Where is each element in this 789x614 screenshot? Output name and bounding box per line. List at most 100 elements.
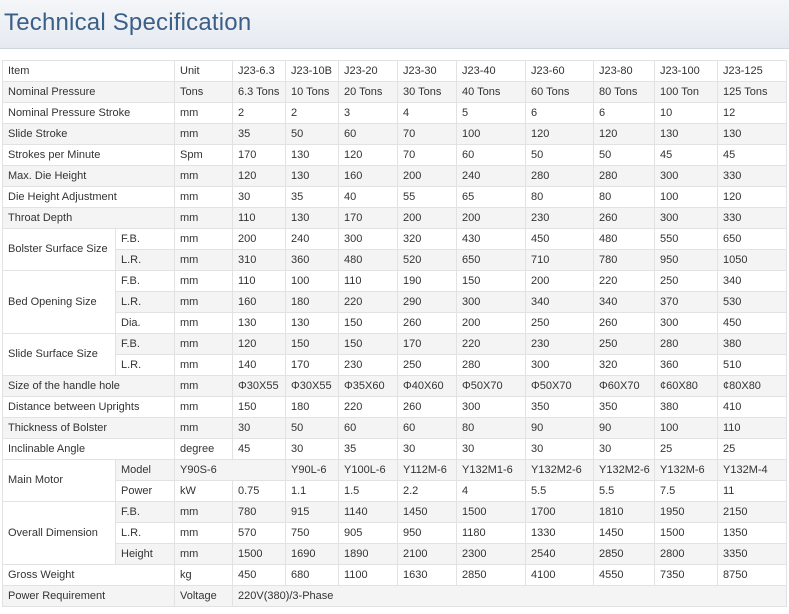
- value-cell: 130: [654, 123, 718, 145]
- item-label: Nominal Pressure: [2, 81, 175, 103]
- group-label: Slide Surface Size: [2, 333, 116, 376]
- value-cell: 130: [232, 312, 286, 334]
- value-cell: Y90L-6: [285, 459, 339, 481]
- item-label: Strokes per Minute: [2, 144, 175, 166]
- sub-label: F.B.: [115, 333, 175, 355]
- value-cell: 1700: [525, 501, 594, 523]
- table-row: L.R. mm 140 170 230 250 280 300 320 360 510: [3, 354, 787, 376]
- value-cell: Y90S-6: [174, 459, 286, 481]
- value-cell: 1050: [717, 249, 787, 271]
- value-cell: 510: [717, 354, 787, 376]
- value-cell: Y132M2-6: [593, 459, 655, 481]
- value-cell: Φ30X55: [285, 375, 339, 397]
- value-cell: 200: [397, 207, 457, 229]
- value-cell: 230: [338, 354, 398, 376]
- value-cell: 1890: [338, 543, 398, 565]
- value-cell: 280: [525, 165, 594, 187]
- value-cell: 80: [593, 186, 655, 208]
- value-cell: 1690: [285, 543, 339, 565]
- value-cell: Y100L-6: [338, 459, 398, 481]
- value-cell: 300: [338, 228, 398, 250]
- value-cell: 110: [717, 417, 787, 439]
- value-cell: 130: [717, 123, 787, 145]
- value-cell: 310: [232, 249, 286, 271]
- value-cell: 90: [593, 417, 655, 439]
- table-row: Thickness of Bolster mm 30 50 60 60 80 90 90 100 1…: [2, 417, 787, 439]
- value-cell: 45: [654, 144, 718, 166]
- table-row: Strokes per Minute Spm 170 130 120 70 60 50 50 45…: [2, 144, 787, 166]
- value-cell: 50: [285, 123, 339, 145]
- value-cell: 2540: [525, 543, 594, 565]
- value-cell: 4: [397, 102, 457, 124]
- value-cell: 4: [456, 480, 526, 502]
- item-label: Nominal Pressure Stroke: [2, 102, 175, 124]
- value-cell: 3: [338, 102, 398, 124]
- value-cell: 200: [525, 270, 594, 292]
- value-cell: 450: [717, 312, 787, 334]
- value-cell: 1450: [593, 522, 655, 544]
- value-cell: 8750: [717, 564, 787, 586]
- unit-cell: mm: [174, 312, 233, 334]
- value-cell: 90: [525, 417, 594, 439]
- sub-label: Height: [115, 543, 175, 565]
- spec-table: Item Unit J23-6.3 J23-10B J23-20 J23-30 J23-40…: [2, 60, 787, 607]
- value-cell: 100: [654, 417, 718, 439]
- value-cell: 2850: [593, 543, 655, 565]
- unit-cell: mm: [174, 396, 233, 418]
- unit-cell: mm: [174, 501, 233, 523]
- value-cell: 1350: [717, 522, 787, 544]
- value-cell: 350: [593, 396, 655, 418]
- value-cell: 1180: [456, 522, 526, 544]
- value-cell: 160: [232, 291, 286, 313]
- value-cell: 650: [717, 228, 787, 250]
- value-cell: 100: [456, 123, 526, 145]
- value-cell: 65: [456, 186, 526, 208]
- header-cell: Unit: [174, 60, 233, 82]
- value-cell: 1950: [654, 501, 718, 523]
- value-cell: 780: [593, 249, 655, 271]
- value-cell: 710: [525, 249, 594, 271]
- value-cell: 40 Tons: [456, 81, 526, 103]
- sub-label: Model: [115, 459, 175, 481]
- value-cell: Φ35X60: [338, 375, 398, 397]
- unit-cell: mm: [174, 417, 233, 439]
- value-cell: 130: [285, 165, 339, 187]
- value-cell: 450: [232, 564, 286, 586]
- value-cell: 915: [285, 501, 339, 523]
- value-cell: 905: [338, 522, 398, 544]
- value-cell: 1100: [338, 564, 398, 586]
- value-cell: 7.5: [654, 480, 718, 502]
- table-row: Slide Stroke mm 35 50 60 70 100 120 120 130 130: [2, 123, 787, 145]
- value-cell: 260: [593, 312, 655, 334]
- value-cell: 4100: [525, 564, 594, 586]
- table-row: Throat Depth mm 110 130 170 200 200 230 260 300 33…: [2, 207, 787, 229]
- value-cell: 200: [232, 228, 286, 250]
- value-cell: 125 Tons: [717, 81, 787, 103]
- value-cell: 950: [397, 522, 457, 544]
- unit-cell: Voltage: [174, 585, 233, 607]
- value-cell: 130: [285, 312, 339, 334]
- value-cell: 360: [654, 354, 718, 376]
- value-cell: 60: [338, 123, 398, 145]
- value-cell: 130: [285, 144, 339, 166]
- table-row: Slide Surface Size F.B. mm 120 150 150 170 220 2…: [2, 333, 787, 376]
- unit-cell: kg: [174, 564, 233, 586]
- item-label: Max. Die Height: [2, 165, 175, 187]
- page-title: Technical Specification: [4, 9, 252, 36]
- value-cell: 60: [338, 417, 398, 439]
- unit-cell: mm: [174, 354, 233, 376]
- value-cell: Y112M-6: [397, 459, 457, 481]
- value-cell: 220: [456, 333, 526, 355]
- value-cell: 260: [397, 312, 457, 334]
- sub-label: F.B.: [115, 270, 175, 292]
- header-cell: J23-6.3: [232, 60, 286, 82]
- sub-label: L.R.: [115, 291, 175, 313]
- value-cell: 170: [285, 354, 339, 376]
- value-cell: 10: [654, 102, 718, 124]
- group-label: Bolster Surface Size: [2, 228, 116, 271]
- value-cell: 1630: [397, 564, 457, 586]
- value-cell: 180: [285, 291, 339, 313]
- value-cell: 70: [397, 144, 457, 166]
- unit-cell: mm: [174, 522, 233, 544]
- header-cell-item: Item: [2, 60, 175, 82]
